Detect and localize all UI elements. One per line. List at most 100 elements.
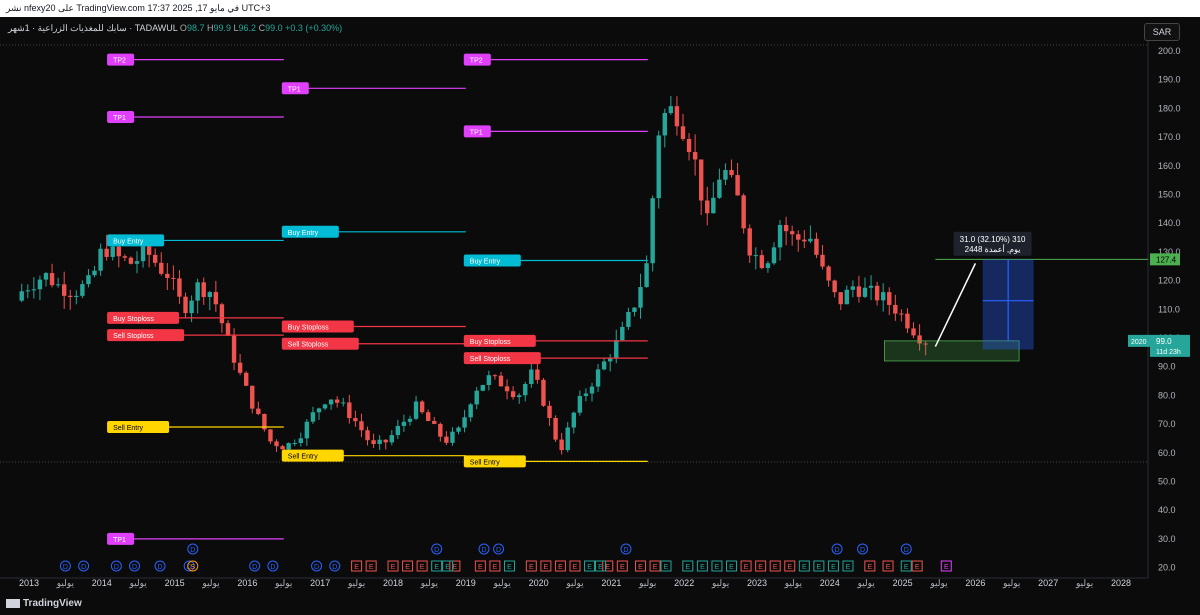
- candle-body: [377, 439, 382, 445]
- candle-body: [656, 135, 661, 199]
- candle-body: [577, 395, 583, 413]
- candle-body: [298, 438, 303, 444]
- y-tick-label: 120.0: [1158, 276, 1181, 286]
- candle-body: [583, 393, 589, 396]
- dividend-icon-letter: D: [434, 547, 439, 554]
- candle-body: [498, 375, 504, 387]
- x-tick-label: يوليو: [201, 578, 220, 589]
- candle-body: [753, 255, 758, 257]
- x-tick-label: 2017: [310, 578, 330, 588]
- candle-body: [401, 421, 407, 426]
- candle-body: [474, 390, 479, 405]
- candle-body: [92, 270, 97, 276]
- candle-body: [55, 284, 61, 286]
- dividend-icon-letter: D: [114, 564, 119, 571]
- candle-body: [371, 440, 376, 445]
- split-icon-letter: S: [190, 564, 195, 571]
- x-tick-label: يوليو: [638, 578, 657, 589]
- candle-body: [662, 113, 667, 136]
- level-label: Sell Stoploss: [113, 333, 154, 340]
- x-tick-label: 2028: [1111, 578, 1131, 588]
- candle-body: [620, 326, 625, 341]
- candle-body: [559, 439, 564, 451]
- countdown-label: 11d 23h: [1156, 349, 1181, 356]
- level-label: TP1: [288, 86, 301, 93]
- candle-body: [116, 246, 121, 257]
- candle-body: [680, 126, 686, 139]
- candle-body: [165, 273, 170, 278]
- candle-body: [468, 404, 473, 418]
- candle-body: [826, 266, 831, 281]
- x-tick-label: يوليو: [129, 578, 148, 589]
- candle-body: [98, 248, 103, 271]
- candle-body: [19, 291, 24, 301]
- earnings-icon-letter: E: [598, 564, 603, 571]
- dividend-icon-letter: D: [252, 564, 257, 571]
- candle-body: [407, 418, 413, 422]
- tradingview-icon: [6, 598, 20, 608]
- earnings-icon-letter: E: [886, 564, 891, 571]
- level-label: TP1: [470, 129, 483, 136]
- x-tick-label: 2027: [1038, 578, 1058, 588]
- measure-line1: 31.0 (32.10%) 310: [960, 235, 1026, 244]
- candle-body: [486, 375, 492, 386]
- candle-body: [353, 418, 358, 422]
- level-label: TP2: [470, 58, 483, 65]
- candle-body: [535, 369, 540, 380]
- x-tick-label: يوليو: [1002, 578, 1021, 589]
- candle-body: [152, 254, 158, 263]
- y-tick-label: 140.0: [1158, 218, 1181, 228]
- candle-body: [692, 152, 698, 160]
- candle-body: [128, 257, 134, 264]
- candle-body: [231, 335, 237, 363]
- currency-button[interactable]: SAR: [1144, 23, 1180, 41]
- candle-body: [250, 385, 255, 409]
- y-tick-label: 180.0: [1158, 103, 1181, 113]
- earnings-icon-letter: E: [773, 564, 778, 571]
- candle-body: [280, 446, 285, 450]
- candle-body: [110, 246, 115, 257]
- candle-body: [723, 170, 728, 180]
- earnings-icon-letter: E: [544, 564, 549, 571]
- x-tick-label: 2020: [529, 578, 549, 588]
- high-value: 99.9: [213, 23, 232, 33]
- candle-body: [571, 412, 576, 428]
- x-tick-label: يوليو: [857, 578, 876, 589]
- earnings-icon-letter: E: [787, 564, 792, 571]
- dividend-icon-letter: D: [623, 547, 628, 554]
- measure-arrow: [934, 263, 977, 347]
- candle-body: [638, 287, 643, 308]
- level-label: Buy Stoploss: [113, 316, 154, 323]
- candle-body: [729, 170, 734, 176]
- candle-body: [789, 231, 795, 235]
- level-label: Buy Entry: [113, 238, 144, 245]
- candle-body: [450, 431, 455, 443]
- earnings-icon-letter: E: [605, 564, 610, 571]
- x-tick-label: يوليو: [493, 578, 512, 589]
- dividend-icon-letter: D: [81, 564, 86, 571]
- price-chart[interactable]: 200.0190.0180.0170.0160.0150.0140.0130.0…: [0, 0, 1200, 615]
- candle-body: [674, 106, 680, 127]
- candle-body: [862, 287, 868, 297]
- candle-body: [759, 255, 765, 268]
- open-value: 98.7: [186, 23, 205, 33]
- candle-body: [310, 412, 316, 422]
- candle-body: [328, 399, 334, 405]
- candle-body: [462, 417, 467, 428]
- candle-body: [304, 421, 310, 439]
- dividend-icon-letter: D: [132, 564, 137, 571]
- earnings-icon-letter: E: [587, 564, 592, 571]
- candle-body: [104, 248, 109, 257]
- dividend-icon-letter: D: [904, 547, 909, 554]
- x-tick-label: يوليو: [420, 578, 439, 589]
- earnings-icon-letter: E: [620, 564, 625, 571]
- candle-body: [286, 443, 291, 450]
- change-value: +0.3 (+0.30%): [285, 23, 343, 33]
- candle-body: [134, 261, 140, 264]
- logo-text: TradingView: [23, 598, 82, 609]
- candle-body: [413, 401, 419, 419]
- x-tick-label: يوليو: [56, 578, 75, 589]
- candle-body: [274, 441, 279, 447]
- candle-body: [844, 289, 849, 305]
- candle-body: [614, 340, 619, 359]
